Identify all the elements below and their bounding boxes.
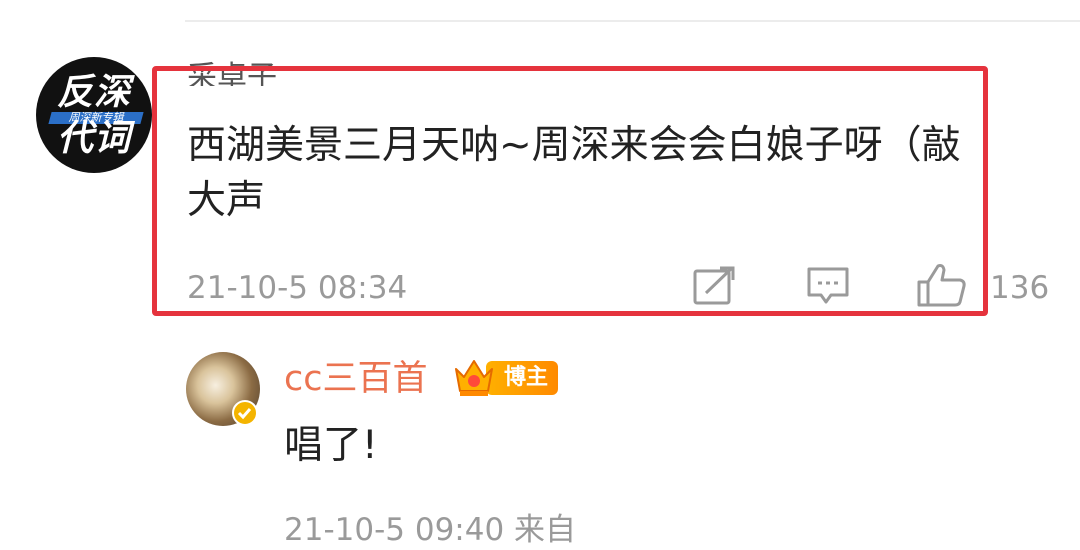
crown-icon (452, 357, 496, 403)
like-count: 136 (990, 270, 1050, 306)
verified-icon (232, 400, 258, 426)
reply-text: 唱了! (284, 423, 378, 468)
avatar[interactable]: 反深 周深新专辑 代词 (36, 57, 152, 173)
avatar-logo-line2: 代词 (56, 118, 131, 159)
reply-username[interactable]: cc三百首 (284, 358, 428, 400)
author-badge: 博主 (486, 361, 559, 395)
reply-footer: 21-10-5 09:40 来自 (284, 512, 577, 548)
top-divider (185, 20, 1080, 22)
avatar-logo-line1: 反深 (56, 72, 131, 113)
highlight-annotation-box (152, 66, 988, 316)
